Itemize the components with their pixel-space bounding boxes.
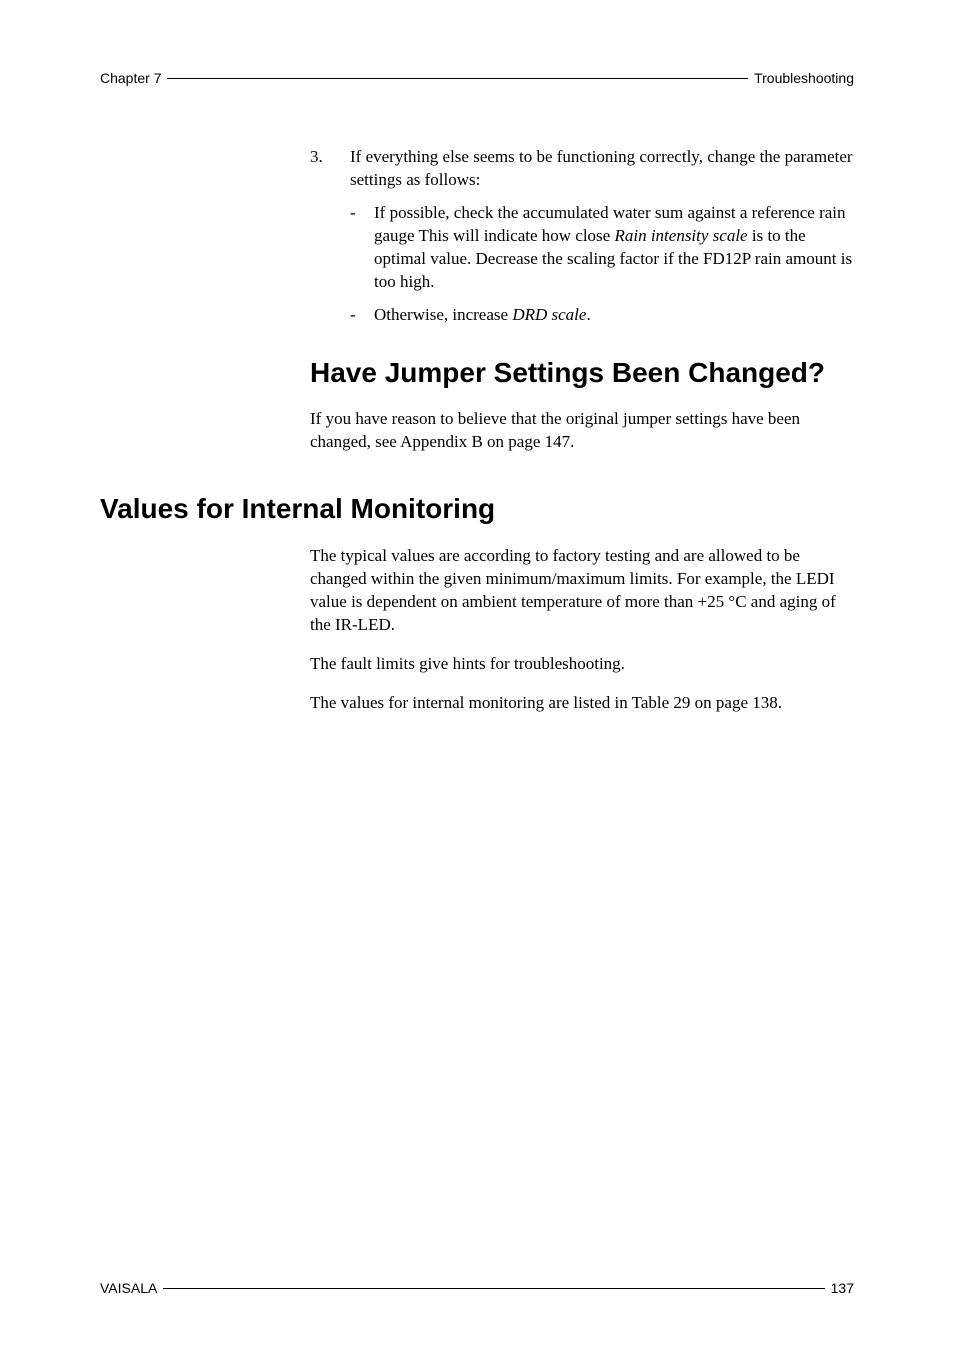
step-number: 3. (310, 146, 350, 192)
footer-brand: VAISALA (100, 1280, 161, 1296)
monitoring-para-1: The typical values are according to fact… (310, 545, 854, 637)
footer-rule (163, 1288, 824, 1289)
bullet-item-1: - If possible, check the accumulated wat… (350, 202, 854, 294)
page-footer: VAISALA 137 (100, 1280, 854, 1296)
header-section: Troubleshooting (750, 70, 854, 86)
bullet1-italic: Rain intensity scale (614, 226, 747, 245)
jumper-paragraph: If you have reason to believe that the o… (310, 408, 854, 454)
bullet-item-2: - Otherwise, increase DRD scale. (350, 304, 854, 327)
bullet2-suffix: . (586, 305, 590, 324)
page-header: Chapter 7 Troubleshooting (100, 70, 854, 86)
monitoring-para-3: The values for internal monitoring are l… (310, 692, 854, 715)
bullet2-prefix: Otherwise, increase (374, 305, 512, 324)
bullet2-italic: DRD scale (512, 305, 586, 324)
header-chapter: Chapter 7 (100, 70, 165, 86)
ordered-step-3: 3. If everything else seems to be functi… (310, 146, 854, 192)
monitoring-para-2: The fault limits give hints for troubles… (310, 653, 854, 676)
step-text: If everything else seems to be functioni… (350, 146, 854, 192)
footer-page-number: 137 (827, 1280, 854, 1296)
bullet-text: Otherwise, increase DRD scale. (374, 304, 591, 327)
heading-jumper-settings: Have Jumper Settings Been Changed? (310, 355, 854, 390)
heading-internal-monitoring: Values for Internal Monitoring (100, 493, 854, 525)
dash-icon: - (350, 304, 374, 327)
dash-icon: - (350, 202, 374, 294)
header-rule (167, 78, 748, 79)
bullet-text: If possible, check the accumulated water… (374, 202, 854, 294)
